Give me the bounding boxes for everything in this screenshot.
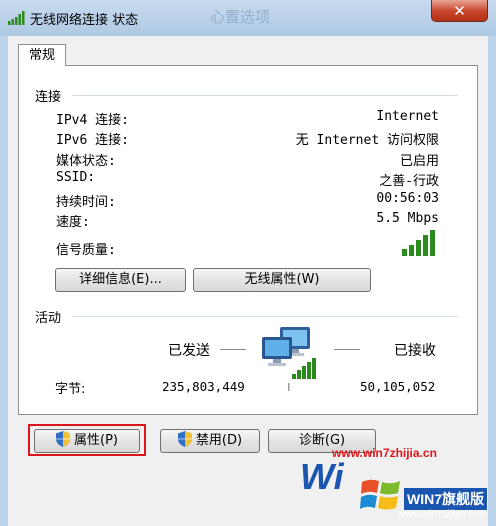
wifi-signal-icon (8, 11, 26, 29)
bytes-received-value: 50,105,052 (360, 379, 436, 394)
ipv6-value: 无 Internet 访问权限 (295, 133, 439, 148)
watermark-brand-badge: WIN7旗舰版 (404, 488, 487, 510)
speed-value: 5.5 Mbps (376, 211, 439, 226)
wireless-properties-button[interactable]: 无线属性(W) (193, 268, 371, 292)
background-window-title: 心置选项 (210, 8, 271, 26)
duration-label: 持续时间: (56, 195, 116, 210)
ipv4-label: IPv4 连接: (56, 113, 129, 128)
windows-flag-icon (360, 474, 402, 520)
media-state-value: 已启用 (399, 154, 439, 169)
network-computers-icon (258, 325, 322, 397)
connection-section-label: 连接 (35, 90, 62, 105)
signal-quality-icon (402, 230, 436, 260)
media-state-label: 媒体状态: (56, 154, 116, 169)
details-button[interactable]: 详细信息(E)... (55, 268, 186, 292)
received-dash (334, 349, 360, 350)
activity-section-label: 活动 (35, 311, 62, 326)
disable-button[interactable]: 禁用(D) (160, 429, 260, 453)
ssid-value: 之善-行政 (379, 174, 439, 189)
received-label: 已接收 (394, 343, 436, 359)
sent-dash (220, 349, 246, 350)
highlight-box (28, 424, 146, 456)
watermark-logo-text: Wi (300, 456, 344, 497)
signal-quality-label: 信号质量: (56, 243, 116, 258)
bytes-sent-value: 235,803,449 (162, 379, 245, 394)
ssid-label: SSID: (56, 170, 96, 185)
disable-button-label: 禁用(D) (195, 433, 243, 448)
duration-value: 00:56:03 (376, 191, 439, 206)
tab-general[interactable]: 常规 (18, 44, 66, 66)
watermark-brand-url: www.win7qijian.com (398, 509, 488, 520)
connection-divider (72, 95, 458, 96)
sent-label: 已发送 (168, 343, 210, 359)
watermark-url: www.win7zhijia.cn (332, 446, 437, 460)
bytes-label: 字节: (55, 382, 86, 397)
speed-label: 速度: (56, 215, 90, 230)
ipv4-value: Internet (376, 109, 439, 124)
window-title: 无线网络连接 状态 (30, 13, 139, 28)
activity-divider (72, 316, 458, 317)
ipv6-label: IPv6 连接: (56, 133, 129, 148)
uac-shield-icon (177, 431, 192, 455)
close-button[interactable]: ✕ (431, 0, 488, 22)
